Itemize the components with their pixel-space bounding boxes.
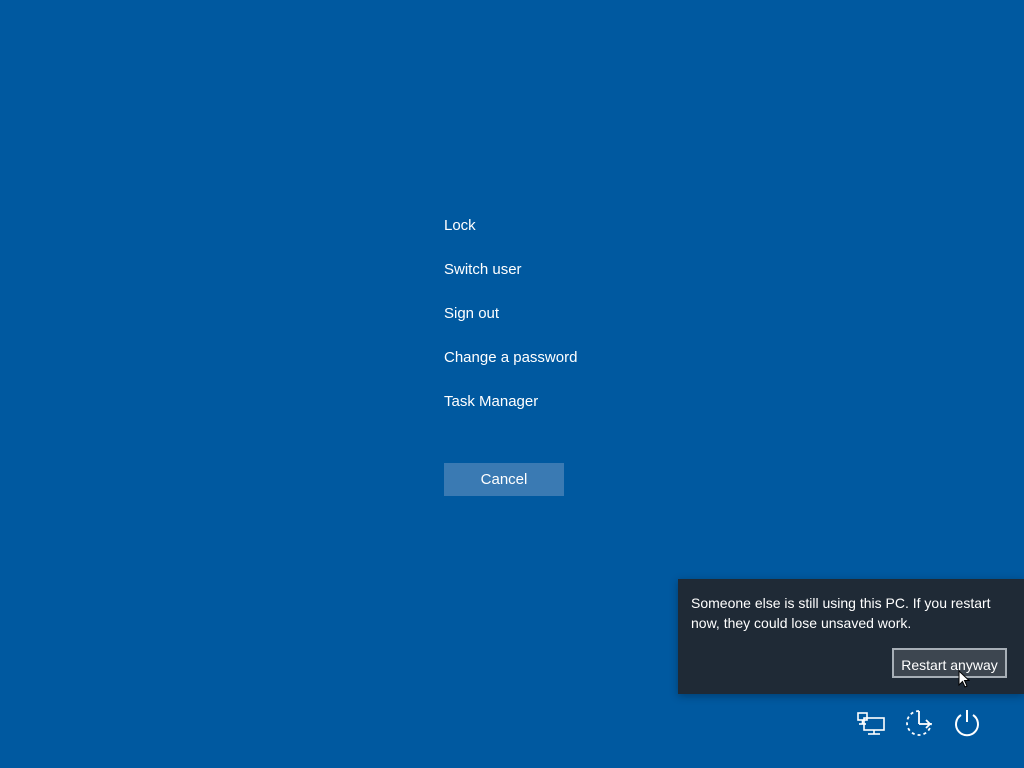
cancel-button[interactable]: Cancel (444, 463, 564, 496)
menu-item-sign-out[interactable]: Sign out (444, 302, 577, 346)
ease-of-access-icon[interactable] (903, 707, 935, 739)
restart-warning-message: Someone else is still using this PC. If … (691, 595, 991, 631)
ctrl-alt-del-screen: Lock Switch user Sign out Change a passw… (0, 0, 1024, 768)
menu-item-change-password[interactable]: Change a password (444, 346, 577, 390)
restart-warning-flyout: Someone else is still using this PC. If … (678, 579, 1024, 694)
menu-item-lock[interactable]: Lock (444, 214, 577, 258)
menu-item-switch-user[interactable]: Switch user (444, 258, 577, 302)
power-icon[interactable] (951, 707, 983, 739)
menu-item-task-manager[interactable]: Task Manager (444, 390, 577, 434)
restart-anyway-button[interactable]: Restart anyway (892, 648, 1007, 678)
network-icon[interactable] (856, 707, 888, 739)
security-options-menu: Lock Switch user Sign out Change a passw… (444, 214, 577, 434)
